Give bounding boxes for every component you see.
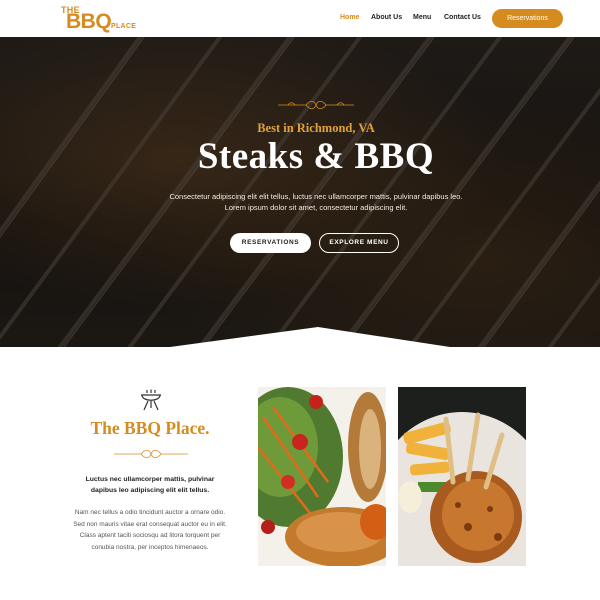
lamb-chops-photo [398, 387, 526, 566]
hero-section: Best in Richmond, VA Steaks & BBQ Consec… [0, 37, 600, 347]
logo-bbq: BBQ [66, 10, 112, 33]
hero-title: Steaks & BBQ [197, 136, 435, 177]
salad-chicken-photo [258, 387, 386, 566]
hero-kicker: Best in Richmond, VA [257, 121, 375, 135]
flourish-ornament-icon [114, 449, 188, 459]
nav-contact-us[interactable]: Contact Us [444, 14, 481, 21]
nav-home[interactable]: Home [340, 14, 359, 21]
grill-icon [141, 389, 161, 411]
explore-menu-button[interactable]: EXPLORE MENU [319, 233, 399, 253]
hero-reservations-button[interactable]: RESERVATIONS [230, 233, 311, 253]
site-header: THE BBQ PLACE Home About Us Menu Contact… [0, 0, 600, 37]
nav-about-us[interactable]: About Us [371, 14, 402, 21]
logo-place: PLACE [111, 23, 137, 30]
hero-description: Consectetur adipiscing elit elit tellus,… [169, 192, 463, 212]
about-title: The BBQ Place. [90, 418, 210, 438]
about-body: Nam nec tellus a odio tincidunt auctor a… [73, 509, 227, 551]
about-lead: Luctus nec ullamcorper mattis, pulvinar … [85, 476, 215, 494]
reservations-button[interactable]: Reservations [492, 9, 563, 28]
nav-menu[interactable]: Menu [413, 14, 431, 21]
flourish-ornament-icon [278, 100, 354, 110]
logo[interactable]: THE BBQ PLACE [61, 5, 141, 35]
section-divider [0, 327, 600, 347]
